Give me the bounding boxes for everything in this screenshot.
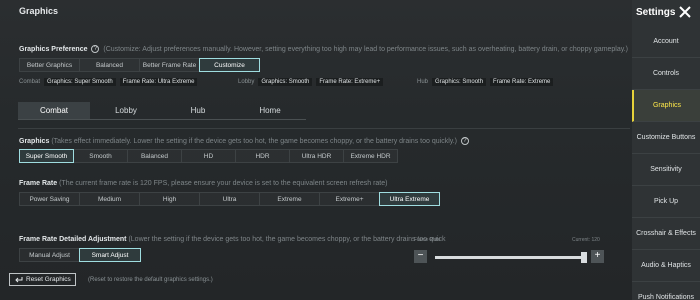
graphics-selector: Super Smooth Smooth Balanced HD HDR Ultra HDR… (19, 149, 398, 163)
adjustment-option-manual-adjust[interactable]: Manual Adjust (19, 248, 80, 262)
adjustment-heading: Frame Rate Detailed Adjustment (Lower th… (19, 236, 445, 243)
preference-title: Graphics Preference (19, 45, 88, 53)
slider-label: Frame Rate (414, 237, 441, 243)
graphics-option-super-smooth[interactable]: Super Smooth (19, 149, 74, 163)
frame-rate-option-medium[interactable]: Medium (79, 192, 140, 206)
slider-fill (435, 256, 584, 259)
frame-rate-option-ultra[interactable]: Ultra (199, 192, 260, 206)
frame-rate-slider[interactable] (435, 256, 587, 259)
help-icon[interactable]: ? (460, 137, 469, 145)
frame-rate-option-ultra-extreme[interactable]: Ultra Extreme (379, 192, 440, 206)
slider-current: Current: 120 (572, 237, 600, 243)
frame-rate-description: (The current frame rate is 120 FPS, plea… (59, 180, 388, 187)
sidebar-item-controls[interactable]: Controls (632, 58, 700, 90)
help-icon[interactable]: ? (91, 45, 100, 53)
combat-graphics-chip: Graphics: Super Smooth (44, 78, 116, 86)
tab-home[interactable]: Home (234, 102, 306, 120)
hub-frame-chip: Frame Rate: Extreme (490, 78, 554, 86)
adjustment-description: (Lower the setting if the device gets to… (128, 236, 446, 243)
hub-summary-label: Hub (417, 79, 429, 85)
lobby-summary: Lobby Graphics: Smooth Frame Rate: Extre… (238, 78, 384, 86)
tab-hub[interactable]: Hub (162, 102, 234, 120)
graphics-option-smooth[interactable]: Smooth (73, 149, 128, 163)
preference-option-better-graphics[interactable]: Better Graphics (19, 58, 80, 72)
settings-title: Settings (636, 7, 676, 18)
reset-description: (Reset to restore the default graphics s… (88, 277, 213, 283)
frame-rate-option-high[interactable]: High (139, 192, 200, 206)
tab-lobby[interactable]: Lobby (90, 102, 162, 120)
preference-option-balanced[interactable]: Balanced (79, 58, 140, 72)
slider-thumb[interactable] (580, 252, 587, 263)
sidebar-item-customize-buttons[interactable]: Customize Buttons (632, 122, 700, 154)
adjustment-title: Frame Rate Detailed Adjustment (19, 236, 127, 243)
hub-summary: Hub Graphics: Smooth Frame Rate: Extreme (417, 78, 554, 86)
preference-heading: Graphics Preference ? (Customize: Adjust… (19, 45, 628, 53)
graphics-option-ultra-hdr[interactable]: Ultra HDR (289, 149, 344, 163)
graphics-description: (Takes effect immediately. Lower the set… (51, 137, 458, 145)
sidebar-nav: Account Controls Graphics Customize Buttons… (632, 26, 700, 300)
tab-combat[interactable]: Combat (18, 102, 90, 120)
sidebar-item-sensitivity[interactable]: Sensitivity (632, 154, 700, 186)
hub-graphics-chip: Graphics: Smooth (432, 78, 487, 86)
slider-decrease-button[interactable]: − (414, 250, 427, 263)
frame-rate-option-extreme[interactable]: Extreme (259, 192, 320, 206)
sidebar-item-pick-up[interactable]: Pick Up (632, 186, 700, 218)
adjustment-selector: Manual Adjust Smart Adjust (19, 248, 141, 262)
divider (18, 128, 630, 129)
mode-tabs: Combat Lobby Hub Home (18, 102, 306, 120)
slider-increase-button[interactable]: + (591, 250, 604, 263)
graphics-heading: Graphics (Takes effect immediately. Lowe… (19, 137, 471, 145)
frame-rate-option-power-saving[interactable]: Power Saving (19, 192, 80, 206)
combat-frame-chip: Frame Rate: Ultra Extreme (119, 78, 198, 86)
sidebar-item-graphics[interactable]: Graphics (632, 90, 700, 122)
graphics-title: Graphics (19, 137, 50, 145)
reset-graphics-button[interactable]: Reset Graphics (9, 273, 76, 286)
graphics-option-hd[interactable]: HD (181, 149, 236, 163)
lobby-graphics-chip: Graphics: Smooth (258, 78, 313, 86)
adjustment-option-smart-adjust[interactable]: Smart Adjust (79, 248, 141, 262)
graphics-option-extreme-hdr[interactable]: Extreme HDR (343, 149, 398, 163)
page-title: Graphics (19, 6, 59, 16)
reset-label: Reset Graphics (26, 276, 71, 283)
preference-option-customize[interactable]: Customize (199, 58, 260, 72)
combat-summary-label: Combat (19, 79, 41, 85)
combat-summary: Combat Graphics: Super Smooth Frame Rate… (19, 78, 198, 86)
frame-rate-heading: Frame Rate (The current frame rate is 12… (19, 180, 387, 187)
sidebar-item-audio-haptics[interactable]: Audio & Haptics (632, 250, 700, 282)
frame-rate-selector: Power Saving Medium High Ultra Extreme Extrem… (19, 192, 440, 206)
reset-icon (15, 277, 23, 283)
sidebar-item-push-notifications[interactable]: Push Notifications (632, 282, 700, 300)
sidebar-item-account[interactable]: Account (632, 26, 700, 58)
frame-rate-title: Frame Rate (19, 180, 58, 187)
sidebar-item-crosshair-effects[interactable]: Crosshair & Effects (632, 218, 700, 250)
preference-option-better-frame-rate[interactable]: Better Frame Rate (139, 58, 200, 72)
preference-description: (Customize: Adjust preferences manually.… (103, 45, 629, 53)
lobby-frame-chip: Frame Rate: Extreme+ (316, 78, 384, 86)
graphics-option-hdr[interactable]: HDR (235, 149, 290, 163)
close-icon[interactable] (677, 4, 693, 20)
graphics-option-balanced[interactable]: Balanced (127, 149, 182, 163)
preference-selector: Better Graphics Balanced Better Frame Rate… (19, 58, 260, 72)
frame-rate-option-extreme[interactable]: Extreme+ (319, 192, 380, 206)
lobby-summary-label: Lobby (238, 79, 255, 85)
